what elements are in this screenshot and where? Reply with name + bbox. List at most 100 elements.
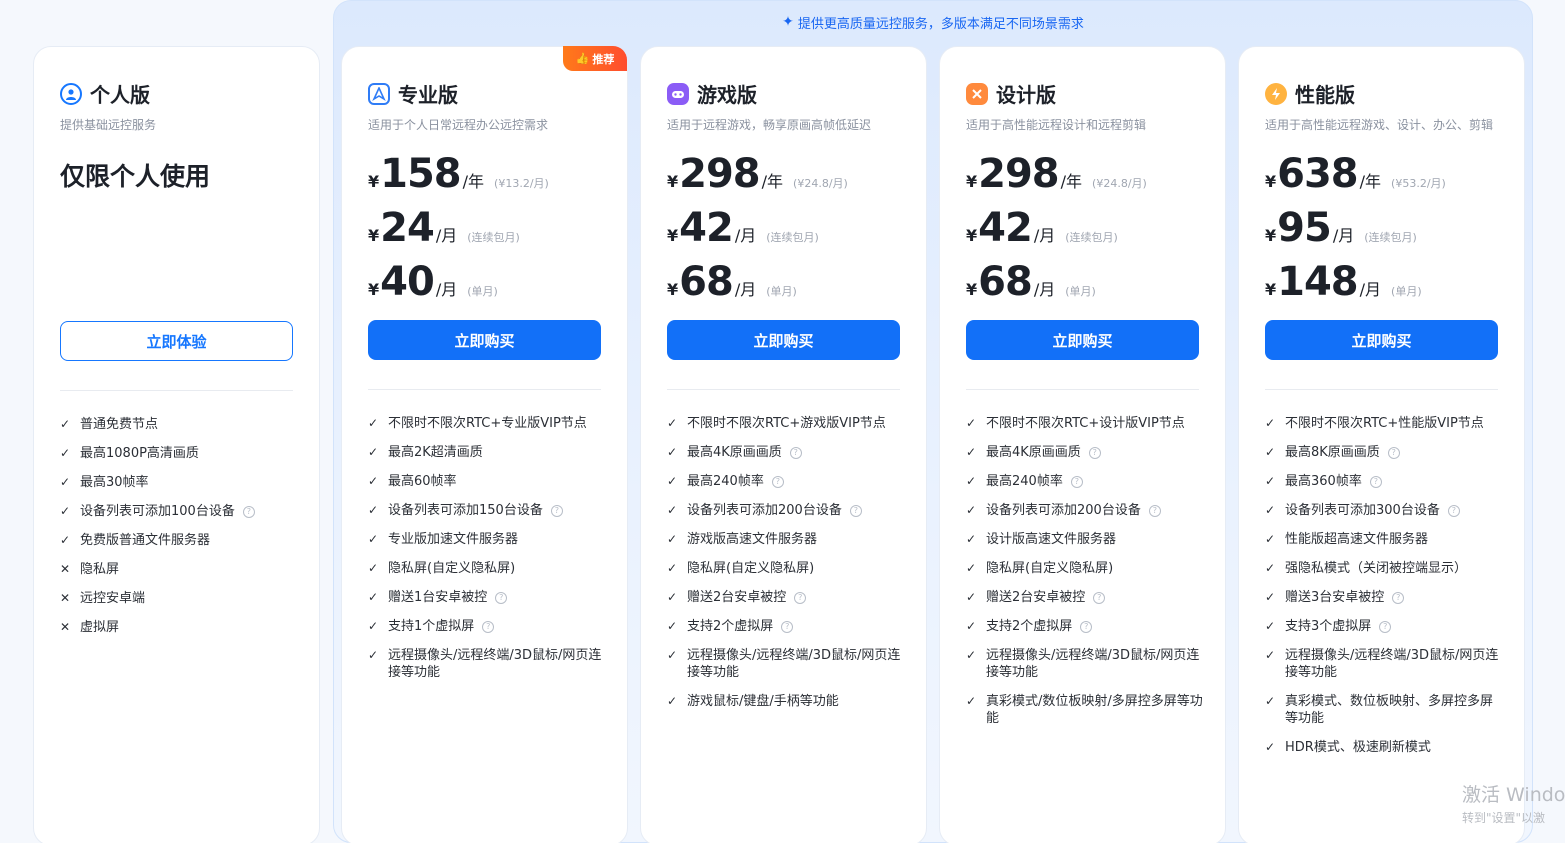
help-icon[interactable]: ? (1447, 504, 1460, 517)
feature-item: ✓ 设备列表可添加100台设备? (60, 503, 300, 520)
feature-item: ✓ 支持1个虚拟屏? (368, 618, 608, 635)
price-note: (单月) (766, 285, 797, 298)
price-amount: 68 (978, 259, 1033, 305)
price-amount: 298 (679, 151, 760, 197)
try-now-button[interactable]: 立即体验 (60, 321, 293, 361)
check-icon: ✓ (667, 561, 678, 575)
price-currency: ¥ (966, 226, 978, 245)
feature-text: 不限时不限次RTC+设计版VIP节点 (986, 416, 1185, 431)
price-row: ¥42/月 (连续包月) (966, 205, 1118, 251)
check-icon: ✓ (966, 503, 977, 517)
feature-text: 真彩模式/数位板映射/多屏控多屏等功能 (986, 694, 1203, 726)
price-amount: 148 (1277, 259, 1358, 305)
check-icon: ✓ (368, 503, 379, 517)
price-currency: ¥ (966, 172, 978, 191)
help-icon[interactable]: ? (495, 591, 508, 604)
feature-text: 支持2个虚拟屏 (687, 619, 774, 634)
check-icon: ✓ (1265, 740, 1276, 754)
price-note: (单月) (1065, 285, 1096, 298)
check-icon: ✓ (368, 590, 379, 604)
feature-list: ✓ 不限时不限次RTC+游戏版VIP节点 ✓ 最高4K原画画质? ✓ 最高240帧率? ✓ 设… (667, 415, 907, 722)
banner-text: 提供更高质量远控服务，多版本满足不同场景需求 (797, 16, 1084, 32)
feature-item: ✕ 隐私屏 (60, 561, 300, 578)
help-icon[interactable]: ? (1148, 504, 1161, 517)
feature-text: 专业版加速文件服务器 (388, 532, 519, 547)
feature-item: ✕ 虚拟屏 (60, 619, 300, 636)
feature-text: 强隐私模式（关闭被控端显示） (1285, 561, 1468, 576)
plan-subtitle: 适用于远程游戏，畅享原画高帧低延迟 (667, 118, 872, 132)
cross-icon: ✕ (60, 562, 71, 576)
feature-text: 游戏鼠标/键盘/手柄等功能 (687, 694, 839, 709)
plan-card-pro: 专业版 适用于个人日常远程办公远控需求 ¥158/年 (¥13.2/月) ¥24/月… (341, 46, 628, 843)
help-icon[interactable]: ? (1369, 475, 1382, 488)
plan-slogan: 仅限个人使用 (60, 162, 211, 191)
feature-text: 设备列表可添加150台设备 (388, 503, 543, 518)
check-icon: ✓ (1265, 532, 1276, 546)
plan-card-game: 游戏版 适用于远程游戏，畅享原画高帧低延迟 ¥298/年 (¥24.8/月) ¥42… (640, 46, 927, 843)
help-icon[interactable]: ? (1088, 446, 1101, 459)
plan-subtitle: 提供基础远控服务 (60, 118, 157, 132)
check-icon: ✓ (60, 417, 71, 431)
help-icon[interactable]: ? (1070, 475, 1083, 488)
help-icon[interactable]: ? (789, 446, 802, 459)
feature-item: ✓ 远程摄像头/远程终端/3D鼠标/网页连接等功能 (1265, 647, 1505, 681)
check-icon: ✓ (966, 416, 977, 430)
feature-text: 性能版超高速文件服务器 (1285, 532, 1429, 547)
help-icon[interactable]: ? (550, 504, 563, 517)
feature-text: HDR模式、极速刷新模式 (1285, 740, 1431, 755)
feature-item: ✓ 支持2个虚拟屏? (966, 618, 1206, 635)
feature-text: 虚拟屏 (80, 620, 120, 635)
feature-item: ✓ 强隐私模式（关闭被控端显示） (1265, 560, 1505, 577)
buy-now-button[interactable]: 立即购买 (966, 320, 1199, 360)
pro-shield-icon (368, 82, 390, 105)
check-icon: ✓ (667, 445, 678, 459)
feature-item: ✓ 游戏鼠标/键盘/手柄等功能 (667, 693, 907, 710)
plan-title: 专业版 (398, 83, 458, 107)
feature-list: ✓ 普通免费节点 ✓ 最高1080P高清画质 ✓ 最高30帧率 ✓ 设备列表可添加100台设备… (60, 416, 300, 648)
help-icon[interactable]: ? (1080, 620, 1093, 633)
feature-item: ✓ 赠送1台安卓被控? (368, 589, 608, 606)
help-icon[interactable]: ? (1093, 591, 1106, 604)
divider (368, 389, 601, 390)
buy-now-button[interactable]: 立即购买 (368, 320, 601, 360)
price-note: (连续包月) (1364, 231, 1417, 244)
feature-item: ✓ 性能版超高速文件服务器 (1265, 531, 1505, 548)
feature-text: 远程摄像头/远程终端/3D鼠标/网页连接等功能 (687, 648, 901, 680)
help-icon[interactable]: ? (794, 591, 807, 604)
feature-text: 隐私屏(自定义隐私屏) (687, 561, 815, 576)
design-palette-icon (966, 82, 988, 105)
feature-item: ✓ 设备列表可添加200台设备? (966, 502, 1206, 519)
feature-item: ✓ 最高60帧率 (368, 473, 608, 490)
price-unit: /年 (1359, 172, 1382, 191)
buy-now-button[interactable]: 立即购买 (1265, 320, 1498, 360)
help-icon[interactable]: ? (781, 620, 794, 633)
help-icon[interactable]: ? (771, 475, 784, 488)
check-icon: ✓ (966, 445, 977, 459)
feature-text: 最高360帧率 (1285, 474, 1362, 489)
help-icon[interactable]: ? (1392, 591, 1405, 604)
check-icon: ✓ (667, 474, 678, 488)
help-icon[interactable]: ? (1379, 620, 1392, 633)
feature-text: 设备列表可添加300台设备 (1285, 503, 1440, 518)
buy-now-button[interactable]: 立即购买 (667, 320, 900, 360)
feature-item: ✓ 设备列表可添加200台设备? (667, 502, 907, 519)
check-icon: ✓ (667, 694, 678, 708)
feature-text: 真彩模式、数位板映射、多屏控多屏等功能 (1285, 694, 1494, 726)
price-unit: /年 (761, 172, 784, 191)
help-icon[interactable]: ? (482, 620, 495, 633)
feature-item: ✓ 设计版高速文件服务器 (966, 531, 1206, 548)
check-icon: ✓ (966, 474, 977, 488)
price-unit: /月 (1033, 226, 1056, 245)
price-note: (¥53.2/月) (1391, 177, 1446, 190)
price-currency: ¥ (368, 226, 380, 245)
feature-text: 最高30帧率 (80, 475, 149, 490)
help-icon[interactable]: ? (242, 505, 255, 518)
check-icon: ✓ (667, 590, 678, 604)
check-icon: ✓ (368, 532, 379, 546)
check-icon: ✓ (60, 475, 71, 489)
feature-item: ✓ 不限时不限次RTC+专业版VIP节点 (368, 415, 608, 432)
help-icon[interactable]: ? (849, 504, 862, 517)
check-icon: ✓ (368, 416, 379, 430)
help-icon[interactable]: ? (1387, 446, 1400, 459)
feature-item: ✕ 远控安卓端 (60, 590, 300, 607)
